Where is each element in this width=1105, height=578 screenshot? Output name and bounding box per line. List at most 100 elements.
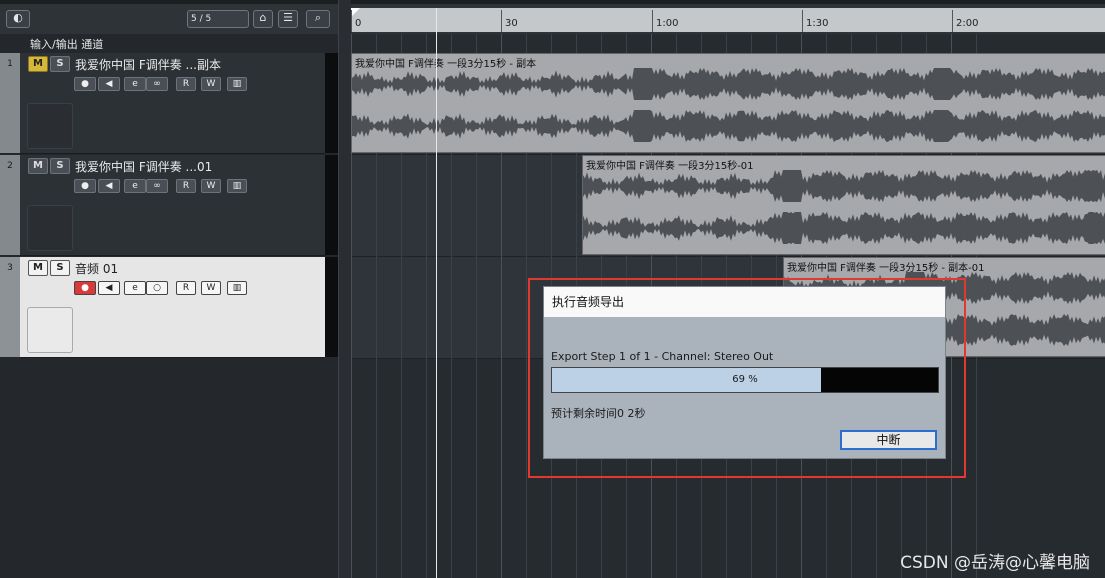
link-button[interactable]: ∞ — [146, 179, 168, 193]
track-picture — [27, 103, 73, 149]
edit-e-icon: e — [132, 79, 138, 89]
track-name[interactable]: 音频 01 — [75, 260, 118, 277]
remaining-time-text: 预计剩余时间0 2秒 — [551, 407, 646, 420]
track-number: 2 — [0, 155, 20, 255]
record-enable-button[interactable]: ● — [74, 77, 96, 91]
solo-button[interactable]: S — [50, 158, 70, 174]
lanes-icon: ▥ — [232, 181, 242, 191]
mute-button[interactable]: M — [28, 260, 48, 276]
timeline-ruler[interactable]: 0 30 1:00 1:30 2:00 — [351, 8, 1105, 32]
track-header[interactable]: M S 我爱你中国 F调伴奏 ...01 ● ◀ e ∞ R W ▥ — [20, 155, 325, 256]
edit-e-icon: e — [132, 283, 138, 293]
link-icon: ∞ — [153, 79, 161, 89]
edit-button[interactable]: e — [124, 281, 146, 295]
track-counter[interactable]: 5 / 5 — [187, 10, 249, 28]
record-icon: ● — [81, 79, 89, 89]
panel-divider[interactable] — [338, 0, 351, 578]
waveform-channel — [352, 110, 1105, 142]
write-automation-button[interactable]: W — [201, 179, 221, 193]
dialog-title: 执行音频导出 — [544, 287, 945, 317]
monitor-button[interactable]: ◀ — [98, 77, 120, 91]
track-header[interactable]: M S 音频 01 ● ◀ e ○ R W ▥ — [20, 257, 325, 358]
track-name[interactable]: 我爱你中国 F调伴奏 ...01 — [75, 158, 212, 175]
edit-e-icon: e — [132, 181, 138, 191]
link-icon: ∞ — [153, 181, 161, 191]
track-2[interactable]: 2 M S 我爱你中国 F调伴奏 ...01 ● ◀ e ∞ R W ▥ — [0, 155, 338, 256]
track-name[interactable]: 我爱你中国 F调伴奏 ...副本 — [75, 56, 221, 73]
mute-button[interactable]: M — [28, 56, 48, 72]
track-header[interactable]: M S 我爱你中国 F调伴奏 ...副本 ● ◀ e ∞ R W ▥ — [20, 53, 325, 154]
progress-percent: 69 % — [732, 374, 758, 385]
edit-button[interactable]: e — [124, 179, 146, 193]
track-counter-text: 5 / 5 — [191, 14, 212, 24]
edit-button[interactable]: e — [124, 77, 146, 91]
left-locator-icon[interactable] — [351, 8, 360, 17]
abort-button[interactable]: 中断 — [840, 430, 937, 450]
eye-menu-icon: ◐ — [13, 11, 23, 24]
clip-label: 我爱你中国 F调伴奏 一段3分15秒 - 副本 — [355, 59, 537, 70]
search-button[interactable]: ⌕ — [306, 10, 330, 28]
record-enable-button[interactable]: ● — [74, 179, 96, 193]
track-1[interactable]: 1 M S 我爱你中国 F调伴奏 ...副本 ● ◀ e ∞ R W ▥ — [0, 53, 338, 154]
io-channel-label: 输入/输出 通道 — [30, 38, 104, 51]
link-button[interactable]: ○ — [146, 281, 168, 295]
lanes-button[interactable]: ▥ — [227, 281, 247, 295]
track-picture — [27, 205, 73, 251]
track-edge — [325, 257, 338, 357]
folder-button[interactable]: ⌂ — [253, 10, 273, 28]
track-number: 1 — [0, 53, 20, 153]
list-button[interactable]: ☰ — [278, 10, 298, 28]
link-button[interactable]: ∞ — [146, 77, 168, 91]
track-number: 3 — [0, 257, 20, 357]
waveform-channel — [583, 212, 1105, 244]
mute-button[interactable]: M — [28, 158, 48, 174]
io-channel-header[interactable]: 输入/输出 通道 — [0, 34, 338, 52]
speaker-icon: ◀ — [105, 283, 113, 293]
watermark: CSDN @岳涛@心馨电脑 — [900, 553, 1090, 573]
solo-button[interactable]: S — [50, 260, 70, 276]
track-picture — [27, 307, 73, 353]
ruler-label: 0 — [355, 18, 362, 29]
waveform-channel — [352, 68, 1105, 100]
ruler-label: 2:00 — [956, 18, 979, 29]
audio-clip-1[interactable]: 我爱你中国 F调伴奏 一段3分15秒 - 副本 — [351, 53, 1105, 153]
list-icon: ☰ — [283, 11, 293, 24]
link-icon: ○ — [153, 283, 161, 293]
speaker-icon: ◀ — [105, 79, 113, 89]
ruler-tick — [952, 10, 953, 32]
speaker-icon: ◀ — [105, 181, 113, 191]
track-edge — [325, 155, 338, 255]
clip-label: 我爱你中国 F调伴奏 一段3分15秒-01 — [586, 161, 754, 172]
lanes-button[interactable]: ▥ — [227, 179, 247, 193]
track-list: 输入/输出 通道 1 M S 我爱你中国 F调伴奏 ...副本 ● ◀ e ∞ … — [0, 34, 338, 578]
record-enable-button[interactable]: ● — [74, 281, 96, 295]
read-automation-button[interactable]: R — [176, 281, 196, 295]
audio-clip-2[interactable]: 我爱你中国 F调伴奏 一段3分15秒-01 — [582, 155, 1105, 255]
ruler-label: 1:30 — [806, 18, 829, 29]
playhead-cursor[interactable] — [436, 8, 437, 578]
lanes-icon: ▥ — [232, 283, 242, 293]
record-icon: ● — [81, 181, 89, 191]
monitor-button[interactable]: ◀ — [98, 281, 120, 295]
ruler-tick — [351, 10, 352, 32]
monitor-button[interactable]: ◀ — [98, 179, 120, 193]
visibility-button[interactable]: ◐ — [6, 10, 30, 28]
ruler-tick — [652, 10, 653, 32]
ruler-label: 1:00 — [656, 18, 679, 29]
track-3[interactable]: 3 M S 音频 01 ● ◀ e ○ R W ▥ — [0, 257, 338, 358]
waveform-channel — [583, 170, 1105, 202]
ruler-label: 30 — [505, 18, 518, 29]
solo-button[interactable]: S — [50, 56, 70, 72]
read-automation-button[interactable]: R — [176, 179, 196, 193]
lanes-button[interactable]: ▥ — [227, 77, 247, 91]
ruler-tick — [501, 10, 502, 32]
search-icon: ⌕ — [314, 11, 322, 24]
export-step-text: Export Step 1 of 1 - Channel: Stereo Out — [551, 350, 774, 363]
read-automation-button[interactable]: R — [176, 77, 196, 91]
write-automation-button[interactable]: W — [201, 77, 221, 91]
lanes-icon: ▥ — [232, 79, 242, 89]
record-icon: ● — [81, 283, 89, 293]
write-automation-button[interactable]: W — [201, 281, 221, 295]
folder-icon: ⌂ — [259, 11, 267, 24]
progress-bar: 69 % — [551, 367, 939, 393]
